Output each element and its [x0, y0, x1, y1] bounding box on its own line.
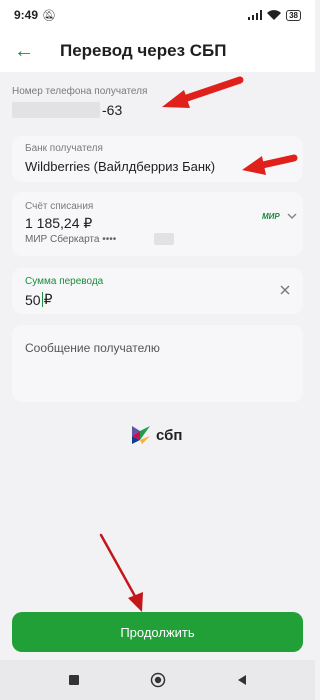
debit-account-label: Счёт списания: [25, 201, 94, 212]
recipient-bank-field[interactable]: Банк получателя Wildberries (Вайлдберриз…: [12, 136, 303, 182]
transfer-amount-field[interactable]: Сумма перевода 50 ₽: [12, 268, 303, 314]
status-time: 9:49: [14, 8, 39, 22]
transfer-amount-label: Сумма перевода: [25, 276, 104, 287]
notifications-off-icon: 🔕︎: [42, 9, 56, 22]
continue-button[interactable]: Продолжить: [12, 612, 303, 652]
recipient-phone-label: Номер телефона получателя: [12, 86, 148, 97]
sbp-logo-icon: [132, 426, 150, 444]
mir-logo-icon: МИР: [262, 212, 280, 221]
back-nav-icon[interactable]: [232, 670, 252, 690]
sbp-logo-text: сбп: [156, 426, 183, 444]
system-nav-bar: [0, 660, 315, 700]
back-arrow-icon[interactable]: ←: [14, 40, 42, 63]
page-title: Перевод через СБП: [60, 41, 227, 60]
annotation-arrow-button: [99, 533, 143, 612]
recents-icon[interactable]: [64, 670, 84, 690]
recipient-bank-value: Wildberries (Вайлдберриз Банк): [25, 159, 216, 174]
amount-currency: ₽: [43, 291, 53, 307]
recipient-phone-value: -63: [102, 102, 123, 118]
status-icons: 38: [248, 9, 301, 21]
app-header: ← Перевод через СБП: [0, 30, 315, 72]
text-caret: [41, 292, 43, 307]
message-input[interactable]: [25, 341, 290, 355]
clear-icon[interactable]: [277, 282, 293, 298]
signal-icon: [248, 10, 263, 20]
status-bar: 9:49 🔕︎ 38: [0, 0, 315, 30]
message-field[interactable]: [12, 325, 303, 402]
account-balance: 1 185,24 ₽: [25, 215, 93, 231]
card-name: МИР Сберкарта ••••: [25, 234, 117, 245]
amount-input[interactable]: 50 ₽: [25, 291, 53, 308]
recipient-bank-label: Банк получателя: [25, 143, 103, 154]
debit-account-selector[interactable]: Счёт списания 1 185,24 ₽ МИР Сберкарта •…: [12, 192, 303, 256]
sbp-logo: сбп: [130, 420, 194, 450]
card-number-redaction: [154, 233, 174, 245]
home-icon[interactable]: [148, 670, 168, 690]
chevron-down-icon[interactable]: [286, 211, 298, 221]
battery-icon: 38: [286, 9, 301, 21]
phone-redaction: [12, 102, 100, 118]
wifi-icon: [267, 10, 282, 20]
recipient-phone-field[interactable]: Номер телефона получателя -63: [12, 80, 303, 124]
amount-value: 50: [25, 291, 41, 308]
